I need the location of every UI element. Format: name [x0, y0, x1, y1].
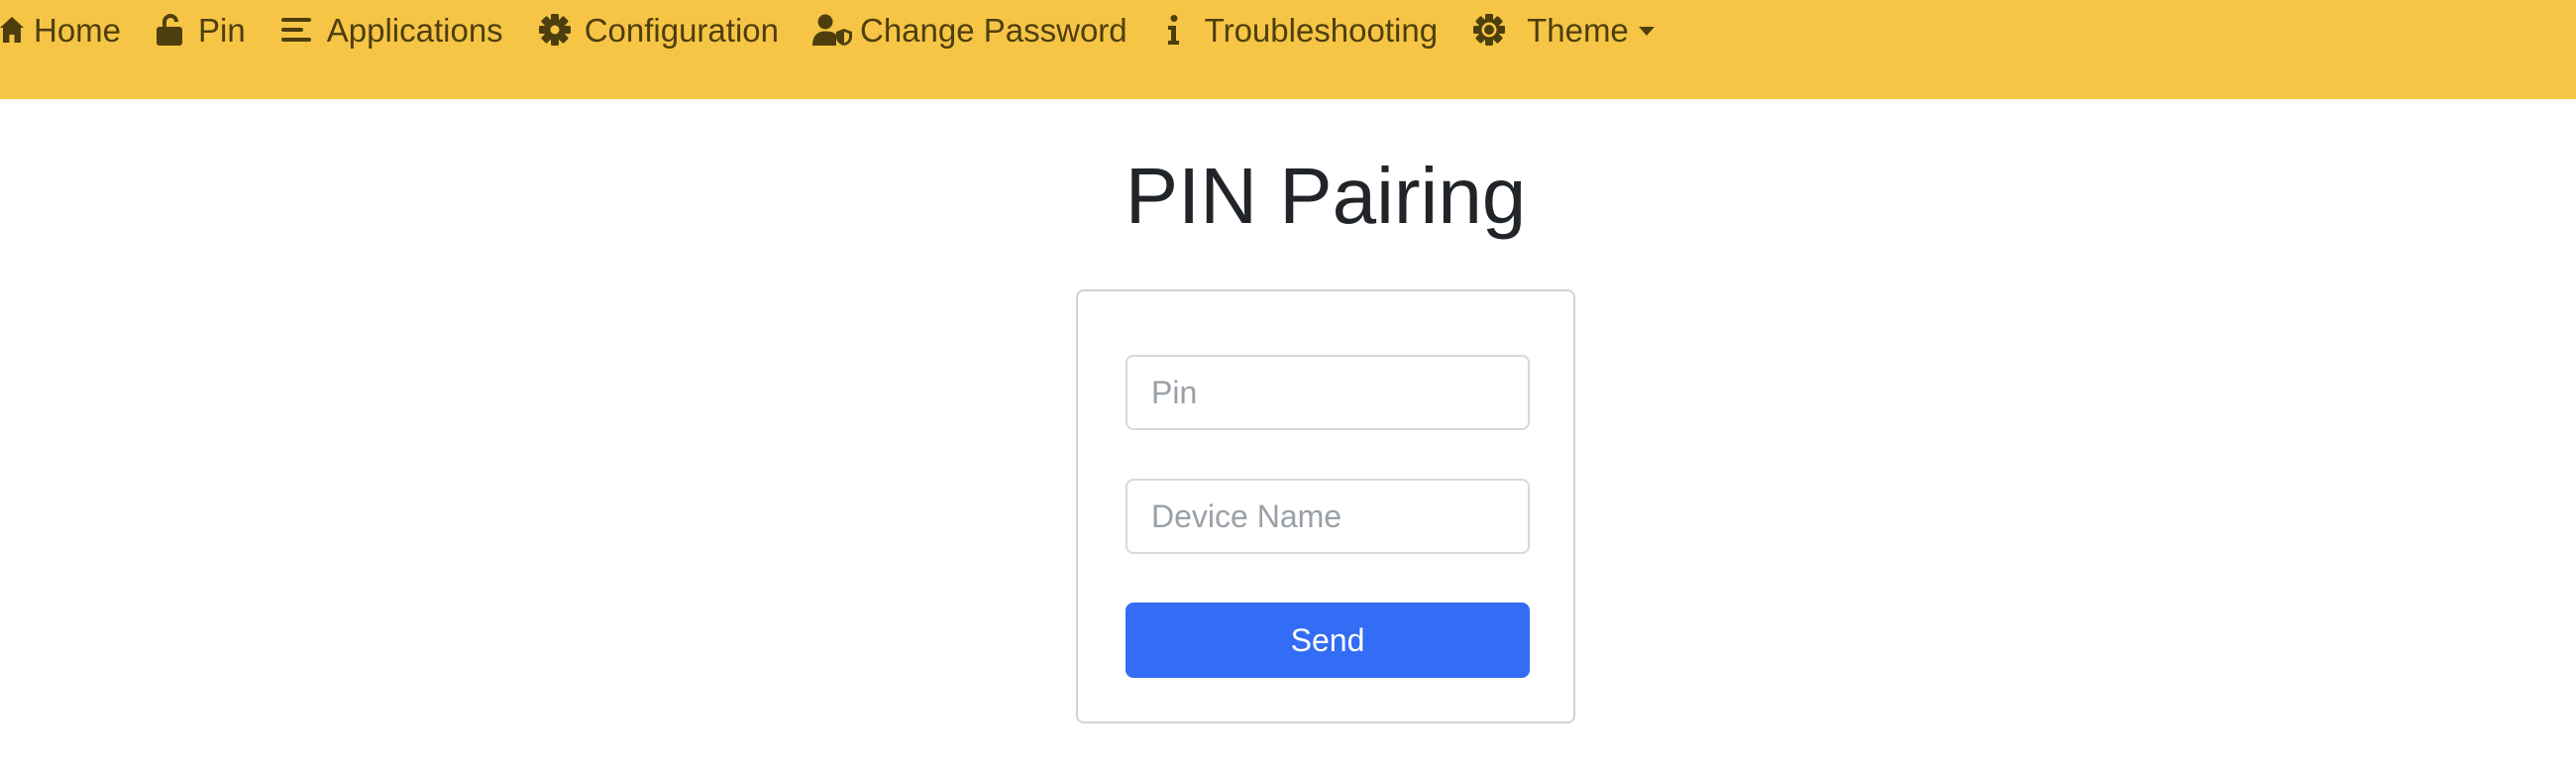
list-icon	[280, 17, 311, 43]
nav-item-change-password[interactable]: Change Password	[811, 0, 1127, 59]
nav-items: Home Pin Applications Configuration Chan…	[0, 0, 1655, 59]
nav-item-applications[interactable]: Applications	[280, 0, 503, 59]
info-icon	[1167, 15, 1181, 45]
nav-label-change-password: Change Password	[859, 11, 1127, 49]
user-shield-icon	[811, 14, 852, 46]
nav-label-applications: Applications	[326, 11, 503, 49]
top-navbar: Home Pin Applications Configuration Chan…	[0, 0, 2576, 99]
home-icon	[0, 16, 24, 44]
chevron-down-icon	[1638, 26, 1655, 36]
nav-item-home[interactable]: Home	[0, 0, 121, 59]
nav-item-configuration[interactable]: Configuration	[538, 0, 779, 59]
nav-label-pin: Pin	[198, 11, 246, 49]
nav-item-pin[interactable]: Pin	[157, 0, 246, 59]
nav-label-theme: Theme	[1527, 11, 1629, 49]
nav-item-troubleshooting[interactable]: Troubleshooting	[1167, 0, 1438, 59]
pin-pairing-card: Send	[1076, 289, 1575, 723]
unlock-icon	[157, 13, 184, 47]
theme-gear-icon	[1473, 14, 1506, 46]
device-name-input[interactable]	[1126, 479, 1530, 554]
nav-label-troubleshooting: Troubleshooting	[1204, 11, 1439, 49]
nav-label-configuration: Configuration	[584, 11, 779, 49]
gear-icon	[538, 14, 571, 46]
nav-item-theme[interactable]: Theme	[1473, 0, 1655, 59]
pin-input[interactable]	[1126, 355, 1530, 430]
page-title: PIN Pairing	[1125, 152, 1527, 240]
send-button[interactable]: Send	[1126, 603, 1530, 678]
nav-label-home: Home	[34, 11, 122, 49]
